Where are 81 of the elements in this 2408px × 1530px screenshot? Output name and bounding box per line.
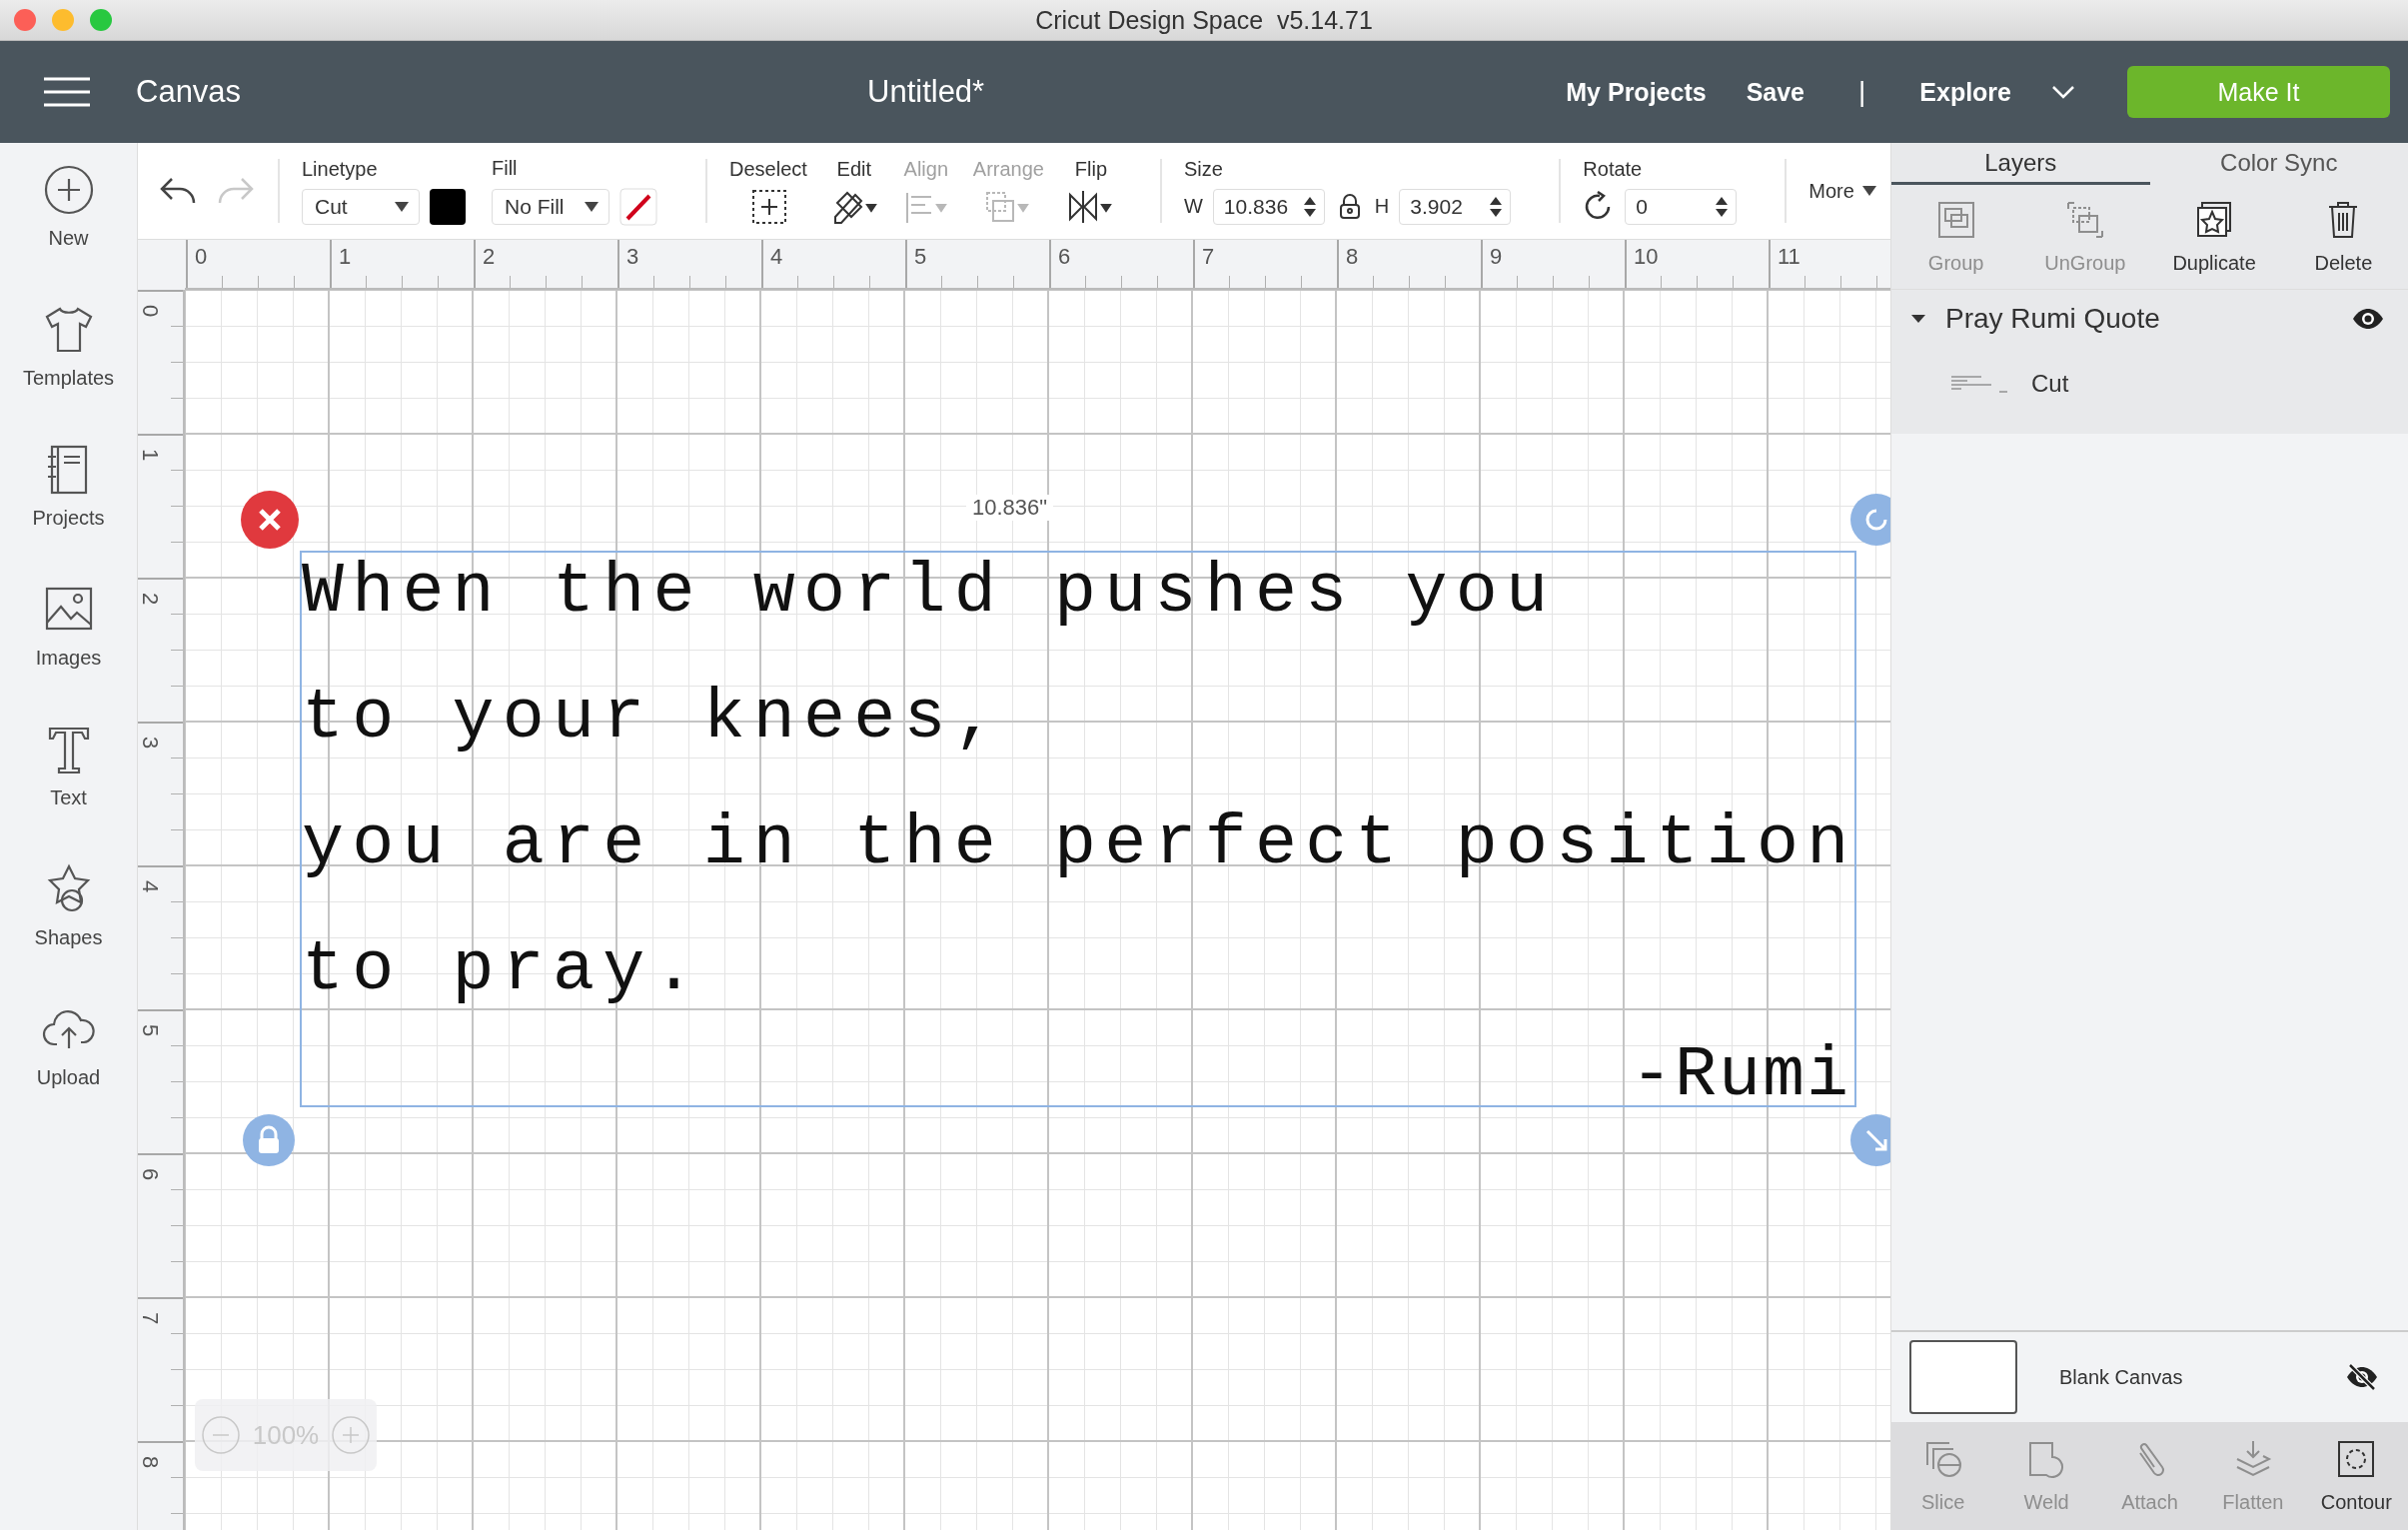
ruler-number: 8 bbox=[1346, 244, 1359, 270]
contour-button[interactable]: Contour bbox=[2304, 1422, 2408, 1530]
section-title: Canvas bbox=[136, 74, 242, 110]
fill-dropdown[interactable]: No Fill bbox=[492, 188, 609, 225]
ruler-number: 6 bbox=[138, 1167, 164, 1181]
sidebar-item[interactable]: Projects bbox=[0, 443, 137, 583]
width-label: W bbox=[1183, 195, 1203, 218]
selection-box[interactable]: When the world pushes you to your knees, you are in the perfect position to pray. -Rumi bbox=[300, 551, 1856, 1107]
width-dimension: 10.836" bbox=[966, 495, 1054, 521]
rotate-handle-icon[interactable] bbox=[1849, 493, 1890, 547]
layer-thumbnail bbox=[1949, 374, 2009, 394]
rotate-label: Rotate bbox=[1583, 157, 1644, 181]
sidebar-item[interactable]: Text bbox=[0, 723, 137, 862]
blank-canvas-label: Blank Canvas bbox=[2059, 1365, 2183, 1389]
chevron-down-icon[interactable] bbox=[2051, 85, 2075, 99]
ruler-number: 0 bbox=[195, 244, 208, 270]
tool-label: Arrange bbox=[972, 157, 1044, 181]
ruler-number: 0 bbox=[138, 304, 164, 318]
duplicate-button[interactable]: Duplicate bbox=[2149, 185, 2279, 289]
separator-text: | bbox=[1858, 76, 1866, 108]
eye-hidden-icon[interactable] bbox=[2346, 1364, 2378, 1390]
ungroup-icon bbox=[2064, 199, 2105, 240]
contour-icon bbox=[2336, 1438, 2377, 1479]
sidebar-item[interactable]: New bbox=[0, 163, 137, 303]
resize-handle-icon[interactable] bbox=[1849, 1113, 1890, 1167]
ruler-number: 11 bbox=[1778, 244, 1801, 270]
quote-line: you are in the perfect position bbox=[302, 804, 1857, 885]
layer-name: Pray Rumi Quote bbox=[1945, 303, 2160, 335]
lock-icon[interactable] bbox=[1338, 193, 1361, 220]
quote-line: When the world pushes you bbox=[302, 553, 1557, 634]
window-title: Cricut Design Space v5.14.71 bbox=[1035, 5, 1373, 35]
ruler-number: 7 bbox=[1202, 244, 1215, 270]
tool-label: Align bbox=[903, 157, 949, 181]
quote-line: to your knees, bbox=[302, 679, 1004, 760]
tool-label: Edit bbox=[836, 157, 872, 181]
height-label: H bbox=[1374, 195, 1390, 218]
menu-icon[interactable] bbox=[44, 77, 90, 107]
tool-label: Flip bbox=[1074, 157, 1108, 181]
nav-link[interactable]: My Projects bbox=[1566, 77, 1707, 107]
nav-link[interactable]: Save bbox=[1746, 77, 1805, 107]
eye-icon[interactable] bbox=[2352, 308, 2384, 330]
explore-menu[interactable]: Explore bbox=[1919, 77, 2011, 107]
delete-button[interactable]: Delete bbox=[2278, 185, 2408, 289]
ruler-number: 1 bbox=[339, 244, 352, 270]
ruler-number: 5 bbox=[138, 1023, 164, 1037]
ruler-number: 3 bbox=[626, 244, 639, 270]
sidebar-item[interactable]: Images bbox=[0, 583, 137, 723]
more-menu[interactable]: More bbox=[1808, 179, 1876, 203]
layer-row[interactable]: Cut bbox=[1891, 348, 2408, 420]
sidebar-item[interactable]: Upload bbox=[0, 1002, 137, 1142]
document-title: Untitled* bbox=[867, 74, 985, 110]
color-swatch[interactable] bbox=[430, 188, 466, 225]
ruler-number: 10 bbox=[1634, 244, 1659, 270]
close-icon[interactable] bbox=[240, 490, 300, 550]
sidebar-item[interactable]: Templates bbox=[0, 303, 137, 443]
sidebar-item[interactable]: Shapes bbox=[0, 862, 137, 1002]
linetype-dropdown[interactable]: Cut bbox=[302, 188, 420, 225]
blank-canvas-row[interactable]: Blank Canvas bbox=[1891, 1330, 2408, 1422]
linetype-label: Linetype bbox=[302, 157, 379, 181]
ruler-number: 2 bbox=[483, 244, 496, 270]
width-field[interactable]: 10.836 bbox=[1212, 188, 1325, 225]
ruler-number: 3 bbox=[138, 736, 164, 750]
ruler-number: 8 bbox=[138, 1455, 164, 1469]
panel-tab[interactable]: Color Sync bbox=[2149, 143, 2408, 185]
group-icon bbox=[1935, 199, 1976, 240]
ruler-number: 7 bbox=[138, 1311, 164, 1325]
fill-label: Fill bbox=[492, 156, 519, 180]
ruler-number: 2 bbox=[138, 592, 164, 606]
tool-label: Deselect bbox=[729, 157, 807, 181]
quote-line: to pray. bbox=[302, 930, 703, 1011]
ruler-number: 4 bbox=[138, 879, 164, 893]
ruler-number: 5 bbox=[914, 244, 927, 270]
ruler-number: 1 bbox=[138, 448, 164, 462]
ruler-number: 9 bbox=[1490, 244, 1503, 270]
ruler-number: 4 bbox=[770, 244, 783, 270]
ruler-number: 6 bbox=[1058, 244, 1071, 270]
size-label: Size bbox=[1183, 157, 1224, 181]
no-fill-swatch[interactable] bbox=[619, 187, 657, 226]
rotate-field[interactable]: 0 bbox=[1625, 188, 1738, 225]
layer-group-row[interactable]: Pray Rumi Quote bbox=[1891, 290, 2408, 348]
height-field[interactable]: 3.902 bbox=[1399, 188, 1512, 225]
